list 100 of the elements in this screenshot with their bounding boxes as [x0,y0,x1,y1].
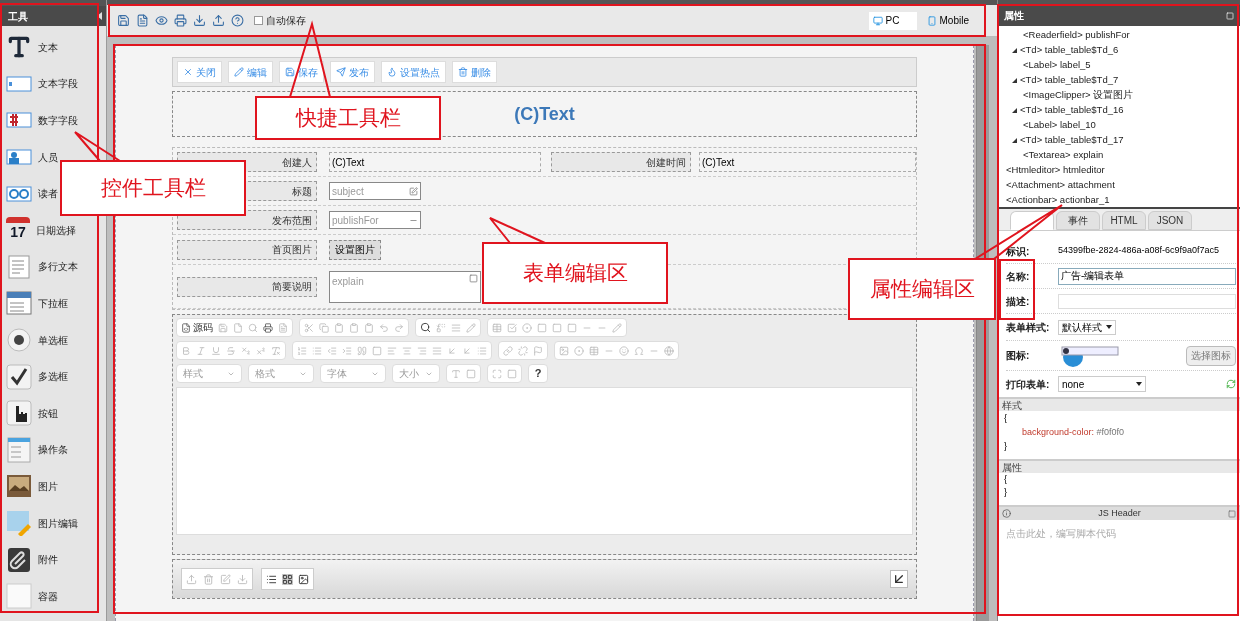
anchor-icon[interactable] [533,345,543,356]
paste-word-icon[interactable] [364,322,374,333]
edit-icon[interactable] [220,573,231,585]
toolbox-item[interactable]: 操作条 [0,438,68,461]
toolbox-item[interactable]: 17 日期选择 [0,217,76,244]
tree-node[interactable]: <Td> table_table$Td_7 [1020,73,1119,88]
description-field[interactable] [1058,293,1236,309]
italic-icon[interactable] [196,345,206,356]
iframe-icon[interactable] [664,345,674,356]
tree-node[interactable]: <Actionbar> actionbar_1 [1006,193,1110,207]
tree-node[interactable]: <Td> table_table$Td_17 [1020,133,1124,148]
print-form-select[interactable]: none [1058,376,1146,392]
toolbox-item[interactable]: 文本 [0,36,58,59]
numbered-list-icon[interactable] [297,345,307,356]
collapse-icon[interactable] [890,570,908,588]
paste-icon[interactable] [334,322,344,333]
unlink-icon[interactable] [518,345,528,356]
action-button[interactable]: 删除 [452,61,497,83]
export-icon[interactable] [212,14,225,27]
smiley-icon[interactable] [619,345,629,356]
help-button[interactable]: ? [528,364,548,383]
toolbox-item[interactable]: 图片编辑 [0,512,78,534]
copy-icon[interactable] [319,322,329,333]
tree-node[interactable]: <Label> label_10 [1023,118,1096,133]
subscript-icon[interactable] [241,345,251,356]
action-button[interactable]: 保存 [279,61,324,83]
replace-icon[interactable] [436,322,446,333]
action-button[interactable]: 设置热点 [381,61,446,83]
tree-node[interactable]: <Htmleditor> htmleditor [1006,163,1105,178]
toolbox-item[interactable]: 图片 [0,475,58,498]
import-icon[interactable] [193,14,206,27]
image-view-icon[interactable] [298,573,309,585]
tree-node[interactable]: <Td> table_table$Td_6 [1020,43,1119,58]
toolbox-item[interactable]: 容器 [0,585,58,608]
checkbox-icon[interactable] [507,322,517,333]
tree-node[interactable]: <Textarea> explain [1023,148,1104,163]
align-center-icon[interactable] [402,345,412,356]
strikethrough-icon[interactable] [226,345,236,356]
image-icon[interactable] [559,345,569,356]
table-icon[interactable] [589,345,599,356]
upload-icon[interactable] [186,573,197,585]
paste-text-icon[interactable] [349,322,359,333]
save-icon[interactable] [117,14,130,27]
toolbox-item[interactable]: 附件 [0,548,58,571]
superscript-icon[interactable] [256,345,266,356]
template-icon[interactable] [278,322,288,333]
special-character-icon[interactable] [634,345,644,356]
toolbox-item[interactable]: 按钮 [0,402,58,425]
printer-icon[interactable] [263,322,273,333]
window-icon[interactable] [1228,509,1236,518]
preview-icon[interactable] [248,322,258,333]
tree-node[interactable]: <Readerfield> publishFor [1023,28,1130,43]
align-left-icon[interactable] [387,345,397,356]
toolbox-item[interactable]: 读者 [0,182,58,205]
name-field[interactable]: 广告-编辑表单 [1058,267,1236,285]
outdent-icon[interactable] [327,345,337,356]
list-view-icon[interactable] [266,573,277,585]
refresh-icon[interactable] [1226,379,1236,389]
set-image-button[interactable]: 设置图片 [329,239,381,260]
redo-icon[interactable] [394,322,404,333]
document-icon[interactable] [136,14,149,27]
toolbox-item[interactable]: 人员 [0,146,58,169]
help-icon[interactable] [231,14,244,27]
radio-icon[interactable] [522,322,532,333]
toolbox-item[interactable]: 多选框 [0,365,68,388]
link-icon[interactable] [503,345,513,356]
bullet-list-icon[interactable] [312,345,322,356]
view-mode-button[interactable]: Mobile [922,11,973,30]
new-page-icon[interactable] [233,322,243,333]
download-icon[interactable] [237,573,248,585]
maximize-icon[interactable] [492,368,502,379]
eye-icon[interactable] [155,14,168,27]
tab[interactable]: HTML [1102,211,1146,230]
underline-icon[interactable] [211,345,221,356]
search-icon[interactable] [420,322,431,333]
grid-view-icon[interactable] [282,573,293,585]
autosave-checkbox[interactable]: 自动保存 [254,13,306,28]
toolbox-item[interactable]: 下拉框 [0,292,68,315]
toolbox-item[interactable]: 多行文本 [0,255,78,278]
printer-icon[interactable] [174,14,187,27]
edit-icon[interactable] [409,186,418,196]
scissors-icon[interactable] [304,322,314,333]
tree-node[interactable]: <Td> table_table$Td_16 [1020,103,1124,118]
quote-icon[interactable] [357,345,367,356]
action-button[interactable]: 编辑 [228,61,273,83]
view-mode-button[interactable]: PC [868,11,917,30]
style-select[interactable]: 默认样式 [1058,319,1116,335]
tab[interactable]: JSON [1148,211,1192,230]
align-right-icon[interactable] [417,345,427,356]
toolbox-item[interactable]: 数字字段 [0,109,78,132]
tree-node[interactable]: <Label> label_5 [1023,58,1091,73]
tree-node[interactable]: <Attachment> attachment [1006,178,1115,193]
tab[interactable]: 事件 [1056,211,1100,230]
toolbox-item[interactable]: 单选框 [0,329,68,352]
bold-icon[interactable] [181,345,191,356]
clear-format-icon[interactable] [271,345,281,356]
indent-icon[interactable] [342,345,352,356]
undo-icon[interactable] [379,322,389,333]
choose-icon-button[interactable]: 选择图标 [1186,345,1236,366]
collapse-icon[interactable] [97,12,102,20]
